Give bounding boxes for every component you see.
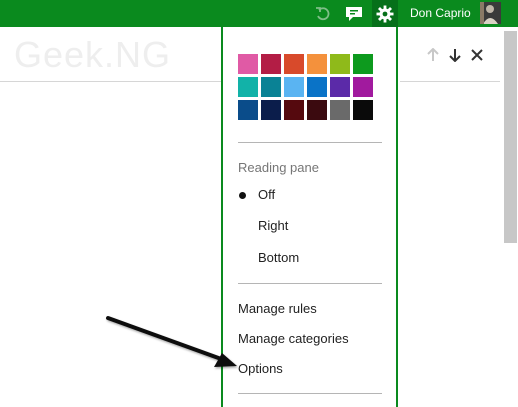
annotation-arrow: [106, 316, 237, 367]
